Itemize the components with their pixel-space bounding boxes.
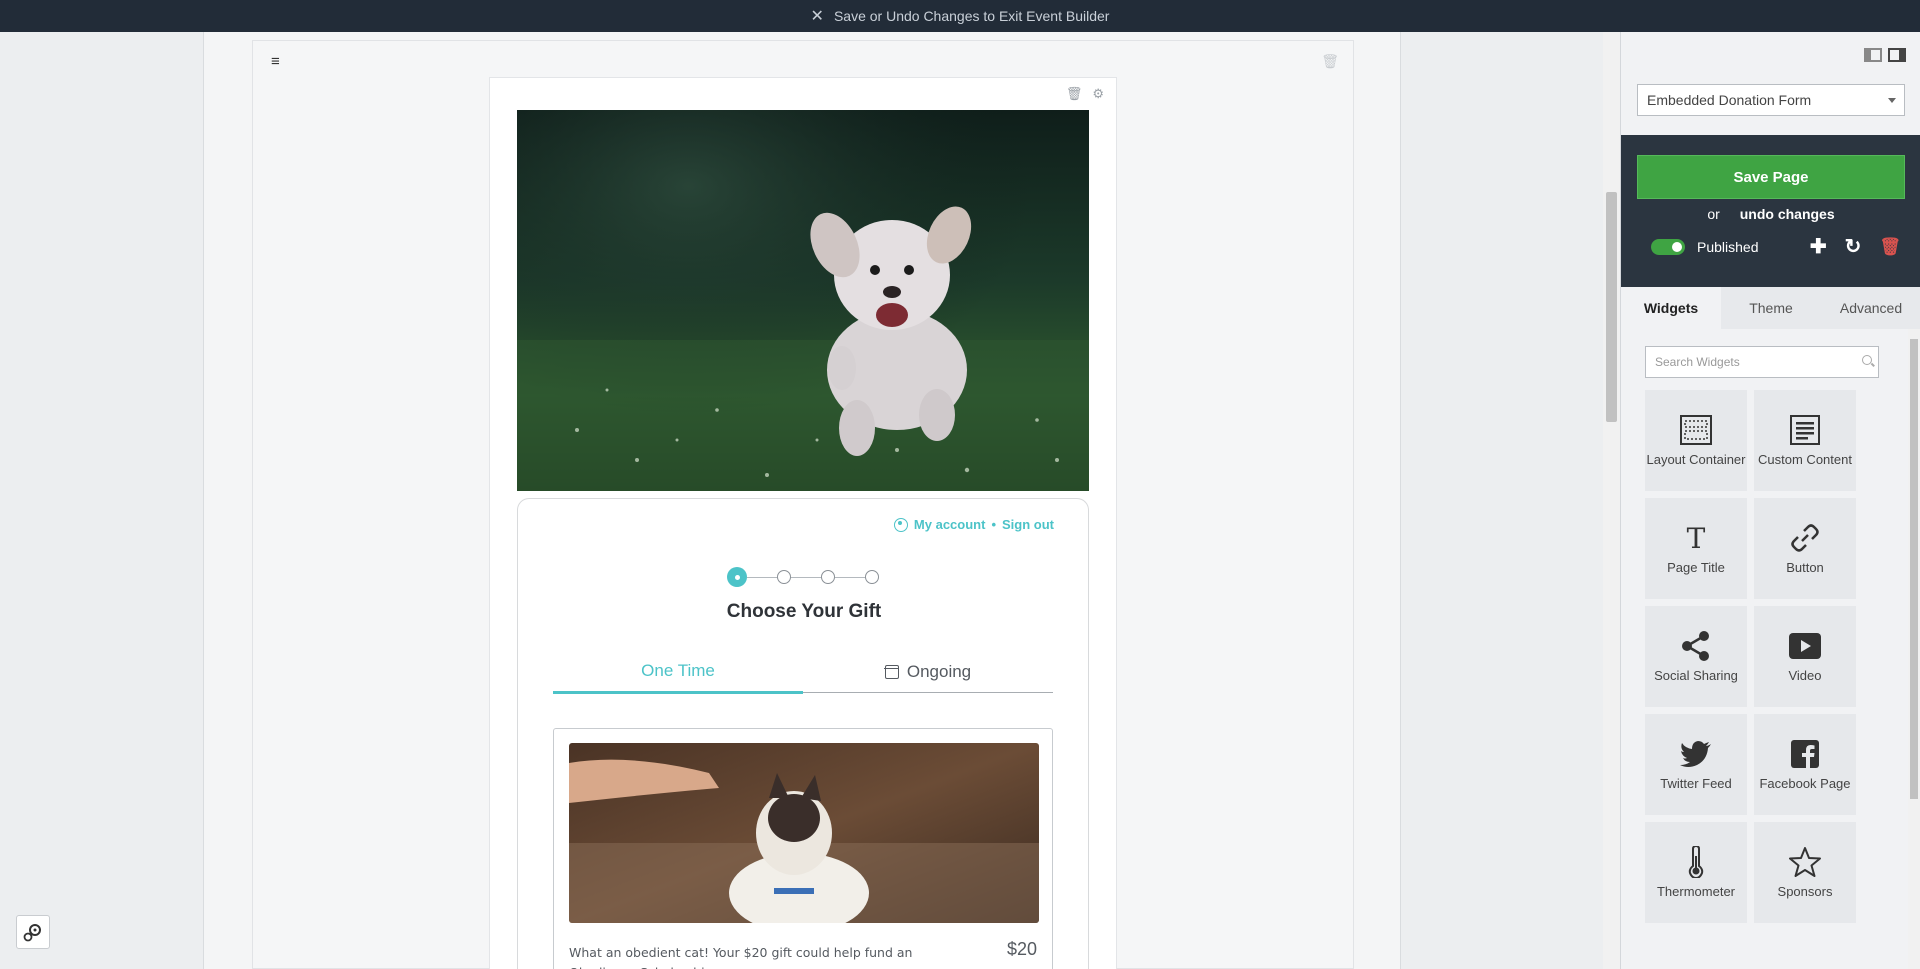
- step-4[interactable]: [865, 570, 879, 584]
- page-title-icon: T: [1686, 521, 1706, 555]
- widget-label: Thermometer: [1656, 884, 1736, 899]
- canvas-scrollbar[interactable]: [1603, 32, 1620, 969]
- video-icon: [1789, 630, 1821, 662]
- section-trash-icon[interactable]: 🗑: [1321, 53, 1339, 70]
- widget-layout-container[interactable]: Layout Container: [1645, 390, 1747, 491]
- published-row: Published ✚ ↻ 🗑: [1651, 237, 1901, 257]
- tab-one-time-label: One Time: [641, 661, 715, 680]
- tab-theme[interactable]: Theme: [1721, 287, 1821, 329]
- step-title: Choose Your Gift: [726, 601, 882, 622]
- widget-label: Custom Content: [1758, 452, 1852, 467]
- page-canvas: ≡ 🗑 🗑 ⚙ My account • Sign out Choose You…: [203, 32, 1401, 969]
- trash-icon[interactable]: 🗑: [1879, 237, 1901, 257]
- account-separator: •: [991, 517, 996, 532]
- page-select[interactable]: Embedded Donation Form: [1637, 84, 1905, 116]
- widget-label: Button: [1786, 560, 1824, 575]
- panel-left-layout-icon[interactable]: [1864, 48, 1882, 62]
- published-toggle[interactable]: [1651, 239, 1685, 255]
- gift-option-card[interactable]: What an obedient cat! Your $20 gift coul…: [553, 728, 1053, 969]
- panel-scrollbar[interactable]: [1908, 329, 1920, 969]
- thermometer-icon: [1680, 846, 1712, 878]
- builder-panel: Embedded Donation Form Save Page or undo…: [1620, 32, 1920, 969]
- step-3[interactable]: [821, 570, 835, 584]
- save-page-button[interactable]: Save Page: [1637, 155, 1905, 199]
- widget-video[interactable]: Video: [1754, 606, 1856, 707]
- panel-tabs: Widgets Theme Advanced: [1621, 287, 1920, 329]
- publish-controls: Save Page or undo changes Published ✚ ↻ …: [1621, 135, 1920, 287]
- search-widgets-input[interactable]: Search Widgets: [1645, 346, 1879, 378]
- widget-trash-icon[interactable]: 🗑: [1066, 86, 1083, 102]
- hero-image: [517, 110, 1089, 491]
- widget-label: Sponsors: [1777, 884, 1833, 899]
- exit-builder-bar: ✕ Save or Undo Changes to Exit Event Bui…: [0, 0, 1920, 32]
- widget-label: Facebook Page: [1759, 776, 1851, 791]
- panel-right-layout-icon[interactable]: [1888, 48, 1906, 62]
- facebook-icon: [1789, 738, 1821, 770]
- step-2[interactable]: [777, 570, 791, 584]
- cat-photo: [569, 743, 1039, 923]
- layout-container-icon: [1680, 414, 1712, 446]
- section-menu-icon[interactable]: ≡: [271, 53, 280, 70]
- builder-settings-button[interactable]: [16, 915, 50, 949]
- widget-grid: Layout Container Custom Content T Page T…: [1645, 390, 1895, 923]
- widget-label: Twitter Feed: [1660, 776, 1732, 791]
- widget-twitter-feed[interactable]: Twitter Feed: [1645, 714, 1747, 815]
- my-account-link[interactable]: My account: [914, 517, 986, 532]
- user-icon: [893, 517, 908, 532]
- custom-content-icon: [1789, 414, 1821, 446]
- widget-label: Social Sharing: [1654, 668, 1738, 683]
- gift-amount: $20: [1006, 939, 1037, 959]
- widget-facebook-page[interactable]: Facebook Page: [1754, 714, 1856, 815]
- frequency-tabs: One Time Ongoing: [553, 651, 1053, 694]
- link-icon: [1789, 522, 1821, 554]
- tab-ongoing-label: Ongoing: [906, 661, 972, 681]
- widget-thermometer[interactable]: Thermometer: [1645, 822, 1747, 923]
- widget-page-title[interactable]: T Page Title: [1645, 498, 1747, 599]
- layout-section: ≡ 🗑 🗑 ⚙ My account • Sign out Choose You…: [252, 40, 1354, 969]
- search-widgets-placeholder: Search Widgets: [1655, 355, 1740, 369]
- gift-description: What an obedient cat! Your $20 gift coul…: [569, 945, 913, 969]
- step-indicator: [727, 567, 879, 587]
- published-label: Published: [1697, 239, 1759, 255]
- search-icon: [1862, 355, 1872, 365]
- widget-label: Layout Container: [1646, 452, 1746, 467]
- add-icon[interactable]: ✚: [1810, 237, 1827, 257]
- widget-gear-icon[interactable]: ⚙: [1092, 86, 1104, 102]
- widget-button[interactable]: Button: [1754, 498, 1856, 599]
- account-links: My account • Sign out: [893, 517, 1054, 532]
- gift-image: [569, 743, 1039, 923]
- tab-advanced[interactable]: Advanced: [1821, 287, 1920, 329]
- close-icon[interactable]: ✕: [811, 6, 824, 26]
- calendar-icon: [884, 664, 899, 679]
- widget-custom-content[interactable]: Custom Content: [1754, 390, 1856, 491]
- tab-one-time[interactable]: One Time: [553, 651, 803, 694]
- donation-widget[interactable]: 🗑 ⚙ My account • Sign out Choose Your Gi…: [489, 77, 1117, 969]
- share-icon: [1680, 630, 1712, 662]
- step-1[interactable]: [727, 567, 747, 587]
- undo-changes-link[interactable]: undo changes: [1740, 206, 1835, 222]
- widget-social-sharing[interactable]: Social Sharing: [1645, 606, 1747, 707]
- tab-widgets[interactable]: Widgets: [1621, 287, 1721, 329]
- star-icon: [1789, 846, 1821, 878]
- page-select-value: Embedded Donation Form: [1647, 92, 1812, 108]
- twitter-icon: [1680, 738, 1712, 770]
- dog-photo: [517, 110, 1089, 491]
- exit-builder-message: Save or Undo Changes to Exit Event Build…: [833, 8, 1110, 24]
- widget-tools: 🗑 ⚙: [1066, 86, 1104, 102]
- sign-out-link[interactable]: Sign out: [1002, 517, 1054, 532]
- gears-icon: [23, 924, 41, 942]
- or-label: or: [1707, 206, 1720, 222]
- layout-toggle: [1864, 48, 1906, 62]
- widget-label: Page Title: [1667, 560, 1725, 575]
- page-actions: ✚ ↻ 🗑: [1810, 237, 1901, 257]
- undo-row: or undo changes: [1621, 206, 1920, 222]
- widget-label: Video: [1788, 668, 1822, 683]
- chevron-down-icon: [1888, 98, 1896, 103]
- refresh-icon[interactable]: ↻: [1845, 237, 1862, 257]
- donation-form: My account • Sign out Choose Your Gift O…: [517, 498, 1089, 969]
- widget-sponsors[interactable]: Sponsors: [1754, 822, 1856, 923]
- tab-ongoing[interactable]: Ongoing: [803, 651, 1053, 692]
